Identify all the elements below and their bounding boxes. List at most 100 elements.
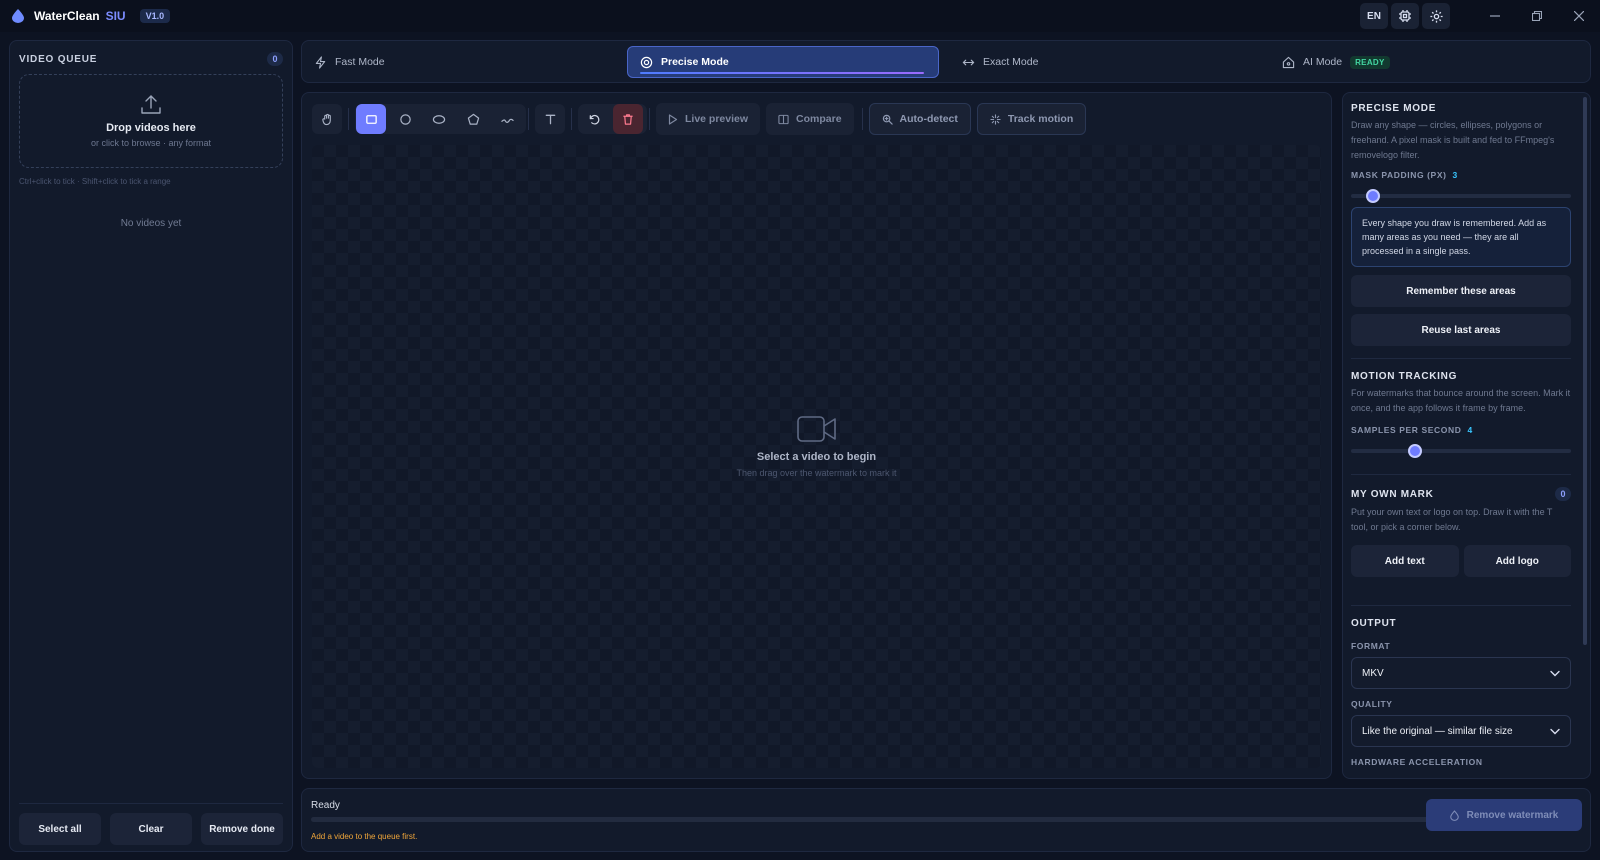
tab-fast-mode[interactable]: Fast Mode xyxy=(314,46,385,78)
video-camera-icon xyxy=(796,415,837,443)
auto-detect-button[interactable]: Auto-detect xyxy=(868,103,971,135)
samples-slider-handle[interactable] xyxy=(1407,444,1422,458)
remove-watermark-button[interactable]: Remove watermark xyxy=(1426,799,1582,831)
tab-exact-mode[interactable]: Exact Mode xyxy=(962,46,1038,78)
minimize-icon xyxy=(1490,11,1500,21)
compare-button[interactable]: Compare xyxy=(766,103,854,135)
samples-per-second-control: SAMPLES PER SECOND 4 xyxy=(1351,425,1571,458)
track-motion-label: Track motion xyxy=(1007,113,1074,125)
compare-label: Compare xyxy=(796,113,842,125)
minimize-button[interactable] xyxy=(1474,0,1516,32)
ai-house-icon xyxy=(1282,56,1295,69)
motion-tracking-section: MOTION TRACKING For watermarks that boun… xyxy=(1351,371,1571,416)
hardware-acceleration-control: HARDWARE ACCELERATION xyxy=(1351,757,1571,767)
mask-padding-value: 3 xyxy=(1452,170,1458,180)
tab-precise-mode[interactable]: Precise Mode xyxy=(627,46,939,78)
arrows-horizontal-icon xyxy=(962,56,975,69)
language-button[interactable]: EN xyxy=(1360,3,1388,29)
own-mark-title: MY OWN MARK xyxy=(1351,488,1434,500)
live-preview-label: Live preview xyxy=(685,113,749,125)
tab-ai-mode[interactable]: AI Mode READY xyxy=(1282,46,1390,78)
own-mark-description: Put your own text or logo on top. Draw i… xyxy=(1351,507,1553,532)
lightning-icon xyxy=(314,55,327,69)
settings-panel: PRECISE MODE Draw any shape — circles, e… xyxy=(1342,92,1591,779)
chip-button[interactable] xyxy=(1391,3,1419,29)
sparkle-icon xyxy=(990,113,1001,125)
remove-done-button[interactable]: Remove done xyxy=(201,813,283,845)
history-tools xyxy=(578,104,647,134)
queue-header: VIDEO QUEUE 0 xyxy=(19,51,283,67)
circle-icon xyxy=(399,113,412,126)
output-title: OUTPUT xyxy=(1351,618,1397,629)
toolbar-separator xyxy=(649,108,650,130)
undo-button[interactable] xyxy=(579,104,609,134)
status-bar: Ready 0% Add a video to the queue first.… xyxy=(301,788,1591,852)
remove-watermark-label: Remove watermark xyxy=(1466,809,1559,821)
track-motion-button[interactable]: Track motion xyxy=(976,103,1087,135)
close-button[interactable] xyxy=(1558,0,1600,32)
magnifier-icon xyxy=(882,114,893,125)
tab-precise-mode-label: Precise Mode xyxy=(661,56,729,68)
undo-icon xyxy=(588,113,601,126)
polygon-icon xyxy=(467,113,480,126)
circle-tool-button[interactable] xyxy=(390,104,420,134)
language-label: EN xyxy=(1367,10,1381,22)
add-text-button[interactable]: Add text xyxy=(1351,545,1459,577)
video-canvas[interactable]: Select a video to begin Then drag over t… xyxy=(312,145,1321,768)
shape-tools xyxy=(355,104,526,134)
samples-label: SAMPLES PER SECOND 4 xyxy=(1351,425,1571,435)
selection-hint: Ctrl+click to tick · Shift+click to tick… xyxy=(19,177,171,186)
polygon-tool-button[interactable] xyxy=(458,104,488,134)
active-tab-indicator xyxy=(640,72,924,74)
restore-icon xyxy=(1532,11,1542,21)
canvas-message: Select a video to begin xyxy=(756,451,877,463)
status-text: Ready xyxy=(311,800,340,811)
quality-control: QUALITY Like the original — similar file… xyxy=(1351,699,1571,747)
precise-mode-description: Draw any shape — circles, ellipses, poly… xyxy=(1351,120,1555,160)
own-mark-actions: Add text Add logo xyxy=(1351,545,1571,577)
freehand-tool-button[interactable] xyxy=(492,104,522,134)
chevron-down-icon xyxy=(1550,728,1560,735)
queue-count-badge: 0 xyxy=(267,52,283,66)
freehand-icon xyxy=(500,113,514,126)
quality-select[interactable]: Like the original — similar file size xyxy=(1351,715,1571,747)
gear-icon xyxy=(1429,9,1444,24)
ai-ready-badge: READY xyxy=(1350,55,1390,69)
settings-scrollbar[interactable] xyxy=(1583,97,1587,645)
maximize-button[interactable] xyxy=(1516,0,1558,32)
text-tool-button[interactable] xyxy=(535,104,565,134)
add-logo-button[interactable]: Add logo xyxy=(1463,545,1571,577)
ellipse-tool-button[interactable] xyxy=(424,104,454,134)
remember-areas-button[interactable]: Remember these areas xyxy=(1351,275,1571,307)
auto-detect-label: Auto-detect xyxy=(899,113,958,125)
pan-tool-button[interactable] xyxy=(312,104,342,134)
app-brand: WaterClean SIU V1.0 xyxy=(0,9,171,23)
clear-button[interactable]: Clear xyxy=(110,813,192,845)
reuse-areas-button[interactable]: Reuse last areas xyxy=(1351,314,1571,346)
toolbar-separator xyxy=(571,108,572,130)
split-view-icon xyxy=(778,114,789,125)
samples-value: 4 xyxy=(1467,425,1473,435)
app-name-suffix: SIU xyxy=(105,9,126,23)
format-select[interactable]: MKV xyxy=(1351,657,1571,689)
delete-shapes-button[interactable] xyxy=(613,104,643,134)
mask-padding-label-text: MASK PADDING (PX) xyxy=(1351,170,1447,180)
version-badge: V1.0 xyxy=(139,9,171,23)
own-mark-header: MY OWN MARK 0 xyxy=(1351,487,1571,501)
section-divider xyxy=(1351,358,1571,359)
shape-memory-note-text: Every shape you draw is remembered. Add … xyxy=(1351,207,1571,267)
mask-padding-slider-handle[interactable] xyxy=(1366,189,1380,203)
editor-panel: Live preview Compare Auto-detect Track m… xyxy=(301,92,1332,779)
motion-tracking-title: MOTION TRACKING xyxy=(1351,371,1458,382)
mask-padding-slider[interactable] xyxy=(1351,189,1571,203)
live-preview-button[interactable]: Live preview xyxy=(656,103,761,135)
target-icon xyxy=(640,56,653,69)
video-dropzone[interactable]: Drop videos here or click to browse · an… xyxy=(19,74,283,168)
ellipse-icon xyxy=(432,113,446,126)
section-divider xyxy=(1351,605,1571,606)
trash-icon xyxy=(622,113,634,126)
select-all-button[interactable]: Select all xyxy=(19,813,101,845)
settings-button[interactable] xyxy=(1422,3,1450,29)
samples-slider[interactable] xyxy=(1351,444,1571,458)
rectangle-tool-button[interactable] xyxy=(356,104,386,134)
